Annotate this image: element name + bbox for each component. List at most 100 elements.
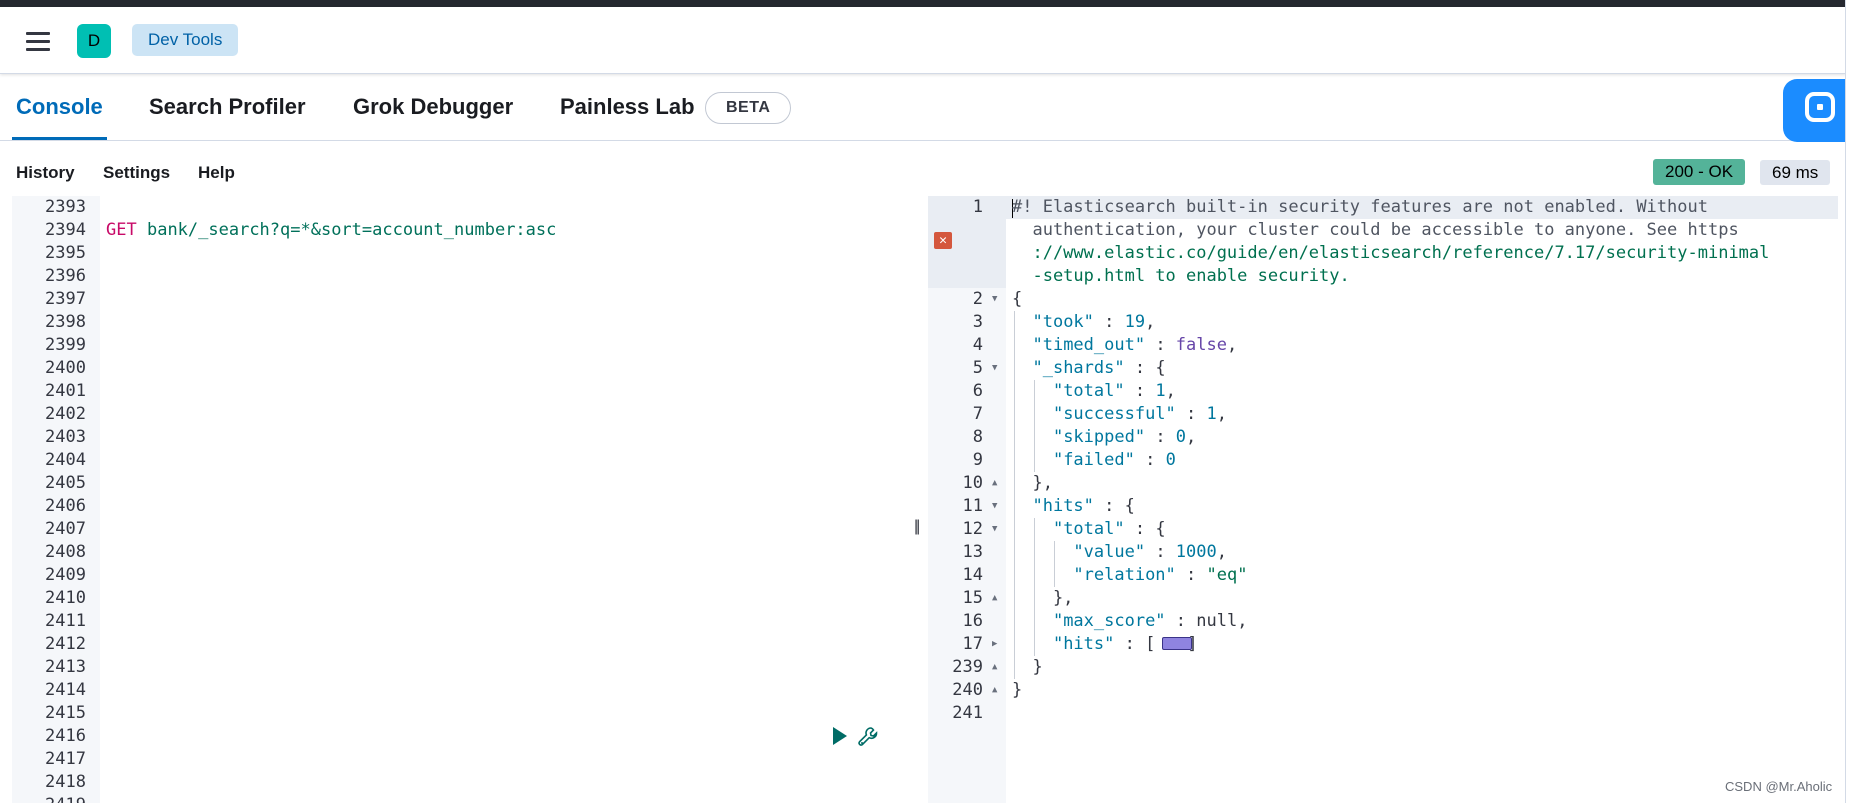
json-line: "took" : 19, [1032, 312, 1156, 332]
json-line: "total" : { [1052, 519, 1166, 539]
indent-guide [1034, 518, 1035, 656]
output-gutter-row: 16 [962, 611, 983, 631]
output-gutter-row: 11 ▼ [962, 495, 998, 518]
editor-line-number: 2414 [45, 680, 86, 700]
editor-line-number: 2398 [45, 312, 86, 332]
warning-line: #! Elasticsearch built-in security featu… [1012, 197, 1708, 217]
editor-line-number: 2419 [12, 794, 100, 803]
json-line: "relation" : "eq" [1073, 565, 1248, 585]
editor-line-number: 2400 [45, 358, 86, 378]
output-gutter-row: 6 [972, 381, 983, 401]
request-time-badge: 69 ms [1760, 160, 1831, 185]
settings-link[interactable]: Settings [103, 163, 170, 183]
menu-hamburger-icon[interactable] [26, 32, 50, 52]
warning-error-icon[interactable]: ✕ [934, 232, 952, 249]
warning-line: ://www.elastic.co/guide/en/elasticsearch… [1012, 243, 1770, 263]
json-line: }, [1012, 588, 1074, 608]
editor-line-number: 2411 [45, 611, 86, 631]
json-line: "total" : 1, [1052, 381, 1176, 401]
editor-line-number: 2415 [45, 703, 86, 723]
output-gutter-row: 12 ▼ [962, 518, 998, 541]
fold-collapsed-icon[interactable]: ▶ [992, 633, 997, 656]
json-line: } [1012, 680, 1023, 700]
fold-close-icon[interactable]: ▲ [992, 472, 997, 495]
output-gutter-row: 10 ▲ [962, 472, 998, 495]
output-gutter-row: 5 ▼ [972, 357, 998, 380]
request-line[interactable]: GET bank/_search?q=*&sort=account_number… [106, 219, 556, 242]
json-line: "_shards" : { [1032, 358, 1166, 378]
output-gutter-row: 4 [972, 335, 983, 355]
editor-line-number: 2396 [45, 266, 86, 286]
json-line: "timed_out" : false, [1032, 335, 1238, 355]
top-chrome-strip [0, 0, 1846, 7]
breadcrumb-dev-tools[interactable]: Dev Tools [132, 24, 239, 56]
resizer-handle-icon[interactable]: || [914, 518, 920, 536]
editor-line-number: 2402 [45, 404, 86, 424]
send-request-play-icon[interactable] [833, 727, 847, 745]
status-badge: 200 - OK [1653, 159, 1746, 185]
output-gutter-row: 9 [972, 450, 983, 470]
editor-line-number: 2406 [45, 496, 86, 516]
editor-line-number: 2418 [45, 772, 86, 792]
editor-line-number: 2417 [45, 749, 86, 769]
fold-close-icon[interactable]: ▲ [992, 679, 997, 702]
warning-line: authentication, your cluster could be ac… [1012, 220, 1739, 240]
json-line: { [1012, 289, 1023, 309]
output-gutter-row: 13 [962, 542, 983, 562]
fold-close-icon[interactable]: ▲ [992, 587, 997, 610]
editor-line-number: 2409 [45, 565, 86, 585]
json-line: "successful" : 1, [1052, 404, 1227, 424]
warning-line: -setup.html to enable security. [1012, 266, 1350, 286]
editor-line-number: 2401 [45, 381, 86, 401]
help-link[interactable]: Help [198, 163, 235, 183]
output-gutter-row: 3 [972, 312, 983, 332]
editor-line-number: 2403 [45, 427, 86, 447]
fold-open-icon[interactable]: ▼ [992, 495, 997, 518]
editor-line-number: 2394 [45, 220, 86, 240]
response-output[interactable]: 1 ✕ 2 ▼ 3 4 5 ▼ 6 7 8 9 10 ▲ 11 ▼ 12 ▼ 13 14 … [928, 196, 1846, 803]
space-avatar[interactable]: D [77, 24, 111, 58]
request-editor[interactable]: 2393 2394 2395 2396 2397 2398 2399 2400 2401 2402… [12, 196, 909, 803]
json-line: "hits" : { [1032, 496, 1135, 516]
editor-line-gutter: 2393 2394 2395 2396 2397 2398 2399 2400 2401 2402… [12, 196, 100, 803]
editor-line-number: 2408 [45, 542, 86, 562]
tab-painless-lab[interactable]: Painless Lab [560, 74, 695, 140]
json-line: } [1012, 657, 1043, 677]
json-line: "value" : 1000, [1073, 542, 1227, 562]
editor-line-number: 2393 [45, 197, 86, 217]
fold-open-icon[interactable]: ▼ [992, 357, 997, 380]
output-line-gutter: 1 ✕ 2 ▼ 3 4 5 ▼ 6 7 8 9 10 ▲ 11 ▼ 12 ▼ 13 14 … [928, 196, 1006, 803]
json-line: "max_score" : null, [1052, 611, 1248, 631]
folded-content-icon[interactable] [1162, 637, 1192, 650]
editor-line-number: 2399 [45, 335, 86, 355]
fold-close-icon[interactable]: ▲ [992, 656, 997, 679]
panel-resizer[interactable] [908, 196, 926, 803]
editor-line-number: 2407 [45, 519, 86, 539]
console-toolbar: History Settings Help [0, 150, 1846, 193]
history-link[interactable]: History [16, 163, 75, 183]
editor-line-number: 2410 [45, 588, 86, 608]
editor-line-number: 2405 [45, 473, 86, 493]
output-gutter-row: 239 ▲ [952, 656, 998, 679]
tab-search-profiler[interactable]: Search Profiler [149, 74, 306, 140]
editor-line-number: 2412 [45, 634, 86, 654]
fold-open-icon[interactable]: ▼ [992, 288, 997, 311]
output-gutter-row: 15 ▲ [962, 587, 998, 610]
indent-guide [1054, 541, 1055, 587]
output-gutter-row: 2 ▼ [972, 288, 998, 311]
help-chat-icon [1805, 92, 1835, 122]
page-scrollbar[interactable] [1845, 0, 1856, 803]
app-header: D Dev Tools [0, 7, 1846, 74]
fold-open-icon[interactable]: ▼ [992, 518, 997, 541]
tab-grok-debugger[interactable]: Grok Debugger [353, 74, 513, 140]
editor-line-number: 2413 [45, 657, 86, 677]
editor-line-number: 2395 [45, 243, 86, 263]
output-gutter-row: 7 [972, 404, 983, 424]
wrench-settings-icon[interactable] [856, 725, 880, 749]
indent-guide [1014, 311, 1015, 679]
response-json: #! Elasticsearch built-in security featu… [1012, 196, 1844, 700]
output-gutter-row: 241 [952, 703, 983, 723]
tab-console[interactable]: Console [12, 74, 107, 140]
dev-tools-tabs: Console Search Profiler Grok Debugger Pa… [0, 74, 1846, 141]
editor-line-number: 2416 [45, 726, 86, 746]
